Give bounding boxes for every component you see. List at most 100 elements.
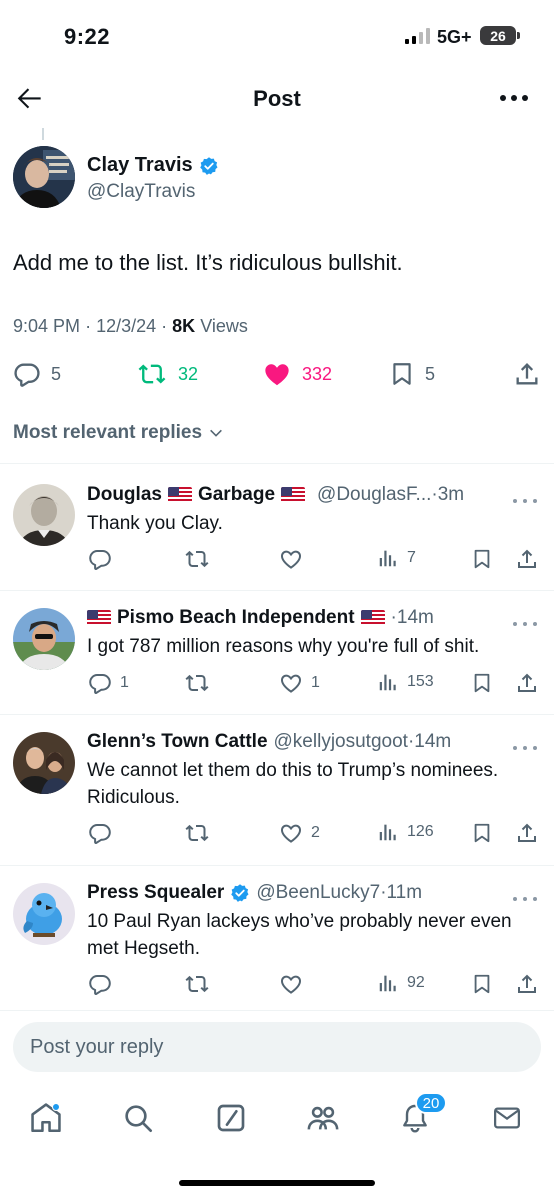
reply-author-handle[interactable]: @BeenLucky7 [256, 882, 380, 904]
nav-notifications[interactable]: 20 [395, 1092, 447, 1138]
views-label[interactable]: Views [200, 316, 248, 336]
reply-more-button[interactable] [512, 739, 538, 753]
reply-author-name[interactable]: Douglas [87, 484, 162, 506]
repost-icon [185, 674, 209, 692]
reply-action-bar: 92 [0, 972, 554, 998]
reply-item[interactable]: Press Squealer @BeenLucky7 ·11m 10 Paul … [0, 866, 554, 1011]
reply-button[interactable]: 5 [13, 360, 61, 388]
network-type: 5G+ [437, 27, 472, 47]
reply-repost-button[interactable] [184, 972, 210, 996]
reply-share-button[interactable] [515, 821, 539, 845]
more-options-button[interactable] [498, 84, 530, 112]
nav-home[interactable] [26, 1098, 66, 1138]
nav-communities[interactable] [303, 1098, 343, 1138]
reply-reply-button[interactable]: 1 [88, 671, 129, 695]
reply-bookmark-button[interactable] [471, 821, 493, 845]
nav-messages[interactable] [487, 1098, 527, 1138]
reply-avatar[interactable] [13, 732, 75, 794]
like-button[interactable]: 332 [262, 360, 332, 388]
analytics-icon [379, 674, 396, 691]
reply-more-button[interactable] [512, 492, 538, 506]
reply-share-button[interactable] [515, 547, 539, 571]
reply-sort-label: Most relevant replies [13, 422, 203, 443]
nav-search[interactable] [118, 1098, 158, 1138]
reply-text: 10 Paul Ryan lackeys who’ve probably nev… [87, 911, 512, 959]
like-count: 332 [302, 363, 333, 384]
reply-header: Pismo Beach Independent ·14m [87, 607, 434, 629]
heart-icon [280, 550, 302, 569]
bottom-nav: 20 [0, 1090, 554, 1150]
battery-level: 26 [490, 27, 506, 44]
repost-button[interactable]: 32 [136, 360, 198, 388]
post-date: 12/3/24 [96, 316, 157, 336]
reply-time: ·14m [390, 607, 434, 628]
bookmark-button[interactable]: 5 [389, 360, 435, 388]
reply-time: ·3m [431, 484, 465, 505]
grok-icon [217, 1104, 245, 1132]
search-icon [125, 1105, 152, 1132]
reply-views-count: 153 [407, 673, 434, 690]
analytics-icon [379, 824, 396, 841]
reply-avatar[interactable] [13, 484, 75, 546]
reply-views-button[interactable]: 126 [377, 821, 434, 843]
reply-header: Glenn’s Town Cattle @kellyjosutgoot ·14m [87, 731, 451, 753]
us-flag-icon [281, 487, 306, 503]
reply-repost-button[interactable] [184, 671, 210, 695]
analytics-icon [379, 975, 396, 992]
reply-views-button[interactable]: 7 [377, 547, 416, 569]
reply-like-button[interactable] [279, 972, 311, 996]
reply-icon [89, 824, 111, 845]
views-count[interactable]: 8K [172, 316, 195, 336]
thread-connector [42, 128, 44, 140]
reply-reply-count: 1 [120, 674, 129, 691]
reply-avatar-image [13, 883, 75, 945]
reply-bookmark-button[interactable] [471, 547, 493, 571]
more-horizontal-icon [513, 622, 537, 626]
reply-views-button[interactable]: 92 [377, 972, 425, 994]
post-time: 9:04 PM [13, 316, 81, 336]
share-icon [518, 673, 536, 692]
reply-reply-button[interactable] [88, 972, 120, 996]
reply-input[interactable] [13, 1022, 541, 1072]
reply-views-count: 7 [407, 549, 416, 566]
author-handle[interactable]: @ClayTravis [87, 181, 195, 203]
bookmark-count: 5 [425, 363, 436, 384]
reply-bookmark-button[interactable] [471, 671, 493, 695]
author-name[interactable]: Clay Travis [87, 154, 193, 177]
reply-avatar[interactable] [13, 883, 75, 945]
reply-bookmark-button[interactable] [471, 972, 493, 996]
reply-more-button[interactable] [512, 615, 538, 629]
reply-item[interactable]: Glenn’s Town Cattle @kellyjosutgoot ·14m… [0, 715, 554, 865]
reply-icon [14, 363, 40, 387]
reply-avatar[interactable] [13, 608, 75, 670]
reply-repost-button[interactable] [184, 821, 210, 845]
reply-share-button[interactable] [515, 671, 539, 695]
reply-author-name[interactable]: Pismo Beach Independent [117, 607, 355, 629]
share-button[interactable] [513, 360, 541, 388]
reply-reply-button[interactable] [88, 821, 120, 845]
reply-like-count: 1 [311, 674, 320, 691]
reply-item[interactable]: Douglas Garbage @DouglasF... ·3m Thank y… [0, 464, 554, 590]
reply-author-handle[interactable]: @DouglasF... [317, 484, 431, 506]
reply-author-handle[interactable]: @kellyjosutgoot [274, 731, 408, 753]
meta-separator: · [161, 316, 168, 336]
reply-share-button[interactable] [515, 972, 539, 996]
reply-like-button[interactable]: 2 [279, 821, 320, 845]
reply-like-button[interactable] [279, 547, 311, 571]
reply-author-name[interactable]: Glenn’s Town Cattle [87, 731, 268, 753]
reply-avatar-image [13, 484, 75, 546]
reply-time: ·14m [407, 731, 452, 752]
reply-like-button[interactable]: 1 [279, 671, 320, 695]
reply-author-name[interactable]: Press Squealer [87, 882, 224, 904]
reply-item[interactable]: Pismo Beach Independent ·14m I got 787 m… [0, 591, 554, 714]
reply-repost-button[interactable] [184, 547, 210, 571]
reply-reply-button[interactable] [88, 547, 120, 571]
reply-author-name-suffix[interactable]: Garbage [198, 484, 275, 506]
reply-more-button[interactable] [512, 890, 538, 904]
nav-grok[interactable] [211, 1098, 251, 1138]
reply-sort-dropdown[interactable]: Most relevant replies [13, 422, 224, 444]
reply-action-bar: 1 1 153 [0, 671, 554, 697]
author-avatar-image [13, 146, 75, 208]
reply-views-button[interactable]: 153 [377, 671, 434, 693]
author-avatar[interactable] [13, 146, 75, 208]
